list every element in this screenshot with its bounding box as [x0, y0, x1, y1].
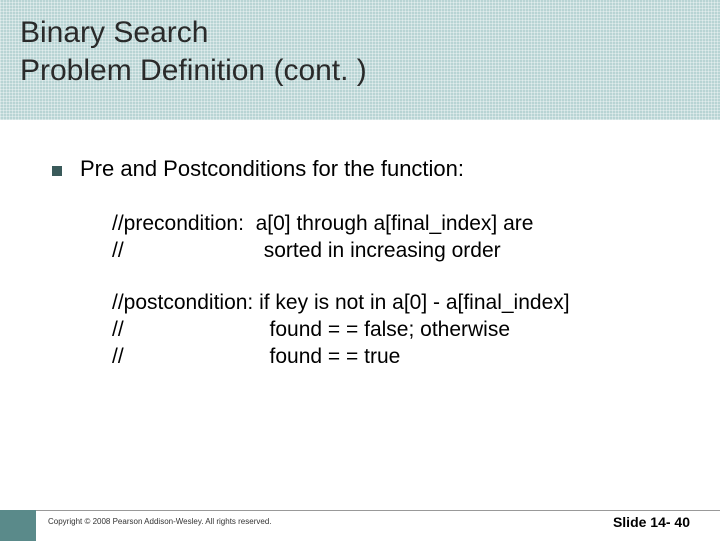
post-line-3: // found = = true [112, 345, 400, 368]
content-area: Pre and Postconditions for the function:… [0, 120, 720, 370]
pre-line-1: //precondition: a[0] through a[final_ind… [112, 212, 533, 235]
pre-line-2: // sorted in increasing order [112, 239, 501, 262]
title-band: Binary Search Problem Definition (cont. … [0, 0, 720, 120]
post-line-1: //postcondition: if key is not in a[0] -… [112, 291, 570, 314]
bullet-marker [52, 166, 62, 176]
footer: Copyright © 2008 Pearson Addison-Wesley.… [0, 510, 720, 540]
copyright-text: Copyright © 2008 Pearson Addison-Wesley.… [48, 517, 272, 526]
bullet-text: Pre and Postconditions for the function: [80, 156, 464, 182]
bullet-item: Pre and Postconditions for the function: [52, 156, 690, 182]
slide-title: Binary Search Problem Definition (cont. … [20, 14, 700, 89]
title-line-1: Binary Search [20, 16, 208, 49]
title-line-2: Problem Definition (cont. ) [20, 54, 367, 87]
postcondition-block: //postcondition: if key is not in a[0] -… [112, 289, 690, 371]
precondition-block: //precondition: a[0] through a[final_ind… [112, 210, 690, 265]
post-line-2: // found = = false; otherwise [112, 318, 510, 341]
slide-number: Slide 14- 40 [613, 514, 690, 530]
footer-accent [0, 510, 36, 541]
